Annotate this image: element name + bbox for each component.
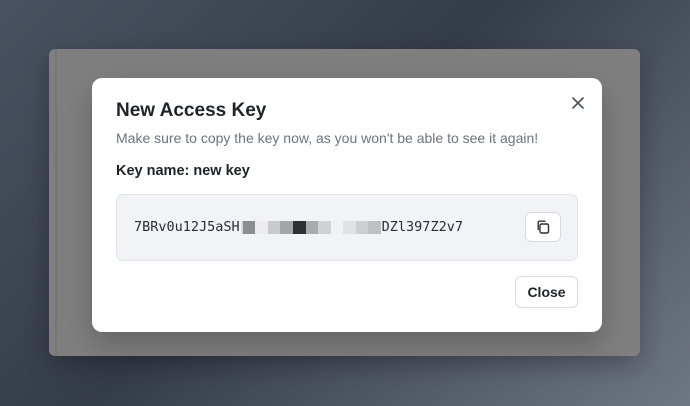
dialog-subtitle: Make sure to copy the key now, as you wo… (116, 130, 539, 146)
redacted-key-segment (240, 221, 381, 234)
dialog-title: New Access Key (116, 100, 267, 121)
access-key-prefix: 7BRv0u12J5aSH (134, 219, 240, 235)
close-button[interactable]: Close (515, 276, 578, 308)
new-access-key-dialog: New Access Key Make sure to copy the key… (92, 78, 602, 332)
close-icon (572, 97, 584, 109)
copy-key-button[interactable] (525, 212, 561, 242)
background-window-edge (55, 49, 57, 356)
key-name-label: Key name: new key (116, 163, 250, 179)
access-key-value[interactable]: 7BRv0u12J5aSH DZl397Z2v7 (134, 195, 463, 260)
access-key-box: 7BRv0u12J5aSH DZl397Z2v7 (116, 194, 578, 261)
copy-icon (537, 220, 550, 234)
access-key-suffix: DZl397Z2v7 (381, 219, 463, 235)
close-dialog-button[interactable] (570, 95, 586, 111)
